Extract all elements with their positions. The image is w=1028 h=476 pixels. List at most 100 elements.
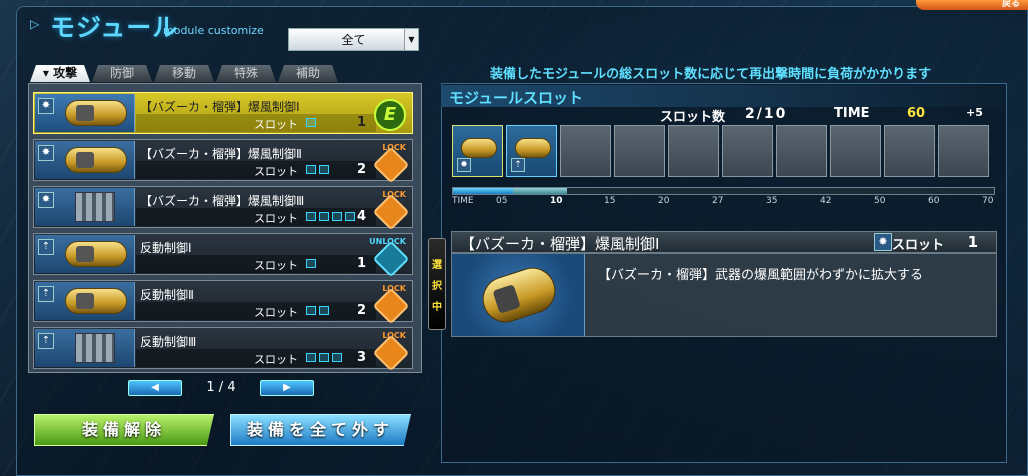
module-name: 反動制御Ⅱ bbox=[140, 288, 194, 302]
cylinder-module-image bbox=[65, 288, 127, 314]
slot-pip bbox=[332, 353, 342, 362]
recoil-icon: ⇡ bbox=[38, 239, 54, 255]
chevron-down-icon[interactable]: ▼ bbox=[404, 29, 418, 50]
tick-label: 27 bbox=[712, 196, 724, 206]
empty-slot bbox=[938, 125, 989, 177]
cylinder-module-image bbox=[65, 100, 127, 126]
selected-tag-char: 中 bbox=[432, 301, 442, 313]
unlock-icon bbox=[372, 240, 410, 278]
cylinder-module-image bbox=[65, 147, 127, 173]
equipped-slot[interactable]: ⇡ bbox=[506, 125, 557, 177]
module-list-item[interactable]: ⇡ 反動制御Ⅰ スロット 1 UNLOCK bbox=[33, 233, 413, 278]
module-slot-row: スロット 4 bbox=[136, 208, 376, 226]
slot-pips bbox=[306, 165, 329, 174]
empty-slot bbox=[884, 125, 935, 177]
cylinder-module-image bbox=[65, 241, 127, 267]
detail-description: 【バズーカ・榴弾】武器の爆風範囲がわずかに拡大する bbox=[598, 268, 924, 283]
slot-count-value: 2/10 bbox=[745, 106, 788, 122]
tab-mobility[interactable]: 移動 bbox=[154, 65, 214, 82]
empty-slot bbox=[614, 125, 665, 177]
module-list-item[interactable]: ✸ 【バズーカ・榴弾】爆風制御Ⅰ スロット 1 E bbox=[33, 92, 413, 134]
module-name: 【バズーカ・榴弾】爆風制御Ⅲ bbox=[140, 194, 305, 208]
tick-label: 42 bbox=[820, 196, 832, 206]
cylinder-module-image bbox=[476, 261, 562, 329]
detail-header: 【バズーカ・榴弾】爆風制御Ⅰ ✸ スロット 1 bbox=[451, 231, 997, 253]
selected-tag-char: 択 bbox=[432, 280, 442, 292]
module-name: 反動制御Ⅰ bbox=[140, 241, 192, 255]
tab-special[interactable]: 特殊 bbox=[216, 65, 276, 82]
detail-body: 【バズーカ・榴弾】武器の爆風範囲がわずかに拡大する bbox=[451, 253, 997, 337]
module-list-item[interactable]: ✸ 【バズーカ・榴弾】爆風制御Ⅲ スロット 4 LOCK bbox=[33, 186, 413, 231]
slot-count-label: スロット数 bbox=[660, 110, 726, 125]
tab-defense[interactable]: 防御 bbox=[92, 65, 152, 82]
slot-pips bbox=[306, 353, 342, 362]
back-button[interactable]: 戻る bbox=[916, 0, 1028, 10]
detail-thumbnail bbox=[452, 254, 585, 336]
tab-label: 攻撃 bbox=[53, 66, 78, 80]
blast-icon: ✸ bbox=[874, 233, 892, 251]
tick-label: 15 bbox=[604, 196, 616, 206]
tab-attack[interactable]: ▾ 攻撃 bbox=[30, 65, 90, 82]
empty-slot bbox=[722, 125, 773, 177]
module-slot-row: スロット 1 bbox=[136, 255, 376, 273]
cylinder-module-image bbox=[515, 138, 551, 158]
tab-support[interactable]: 補助 bbox=[278, 65, 338, 82]
module-list-item[interactable]: ⇡ 反動制御Ⅲ スロット 3 LOCK bbox=[33, 327, 413, 372]
tab-arrow-icon: ▾ bbox=[42, 66, 54, 80]
blast-icon: ✸ bbox=[38, 192, 54, 208]
gauge-fill-base bbox=[453, 188, 513, 194]
module-status: UNLOCK bbox=[369, 237, 410, 278]
module-name: 【バズーカ・榴弾】爆風制御Ⅱ bbox=[140, 147, 302, 161]
blast-icon: ✸ bbox=[457, 158, 471, 172]
equipped-icon: E bbox=[374, 99, 406, 131]
slot-panel-title: モジュールスロット bbox=[449, 89, 583, 107]
time-value: 60 bbox=[907, 106, 926, 121]
slot-label: スロット bbox=[254, 165, 298, 178]
module-name: 反動制御Ⅲ bbox=[140, 335, 197, 349]
slot-count: 2 bbox=[356, 303, 366, 318]
slot-pip bbox=[306, 165, 316, 174]
module-list-item[interactable]: ✸ 【バズーカ・榴弾】爆風制御Ⅱ スロット 2 LOCK bbox=[33, 139, 413, 184]
tick-label: 10 bbox=[550, 196, 563, 206]
recoil-icon: ⇡ bbox=[38, 286, 54, 302]
slot-pip bbox=[306, 353, 316, 362]
lock-icon bbox=[372, 146, 410, 184]
gauge-fill-added bbox=[512, 188, 567, 194]
slot-pip bbox=[319, 165, 329, 174]
prev-page-button[interactable]: ◀ bbox=[128, 380, 182, 396]
slot-pip bbox=[319, 306, 329, 315]
tick-label: 70 bbox=[982, 196, 994, 206]
unequip-all-button[interactable]: 装備を全て外す bbox=[230, 414, 411, 446]
recoil-icon: ⇡ bbox=[511, 158, 525, 172]
unequip-button[interactable]: 装備解除 bbox=[34, 414, 214, 446]
recoil-icon: ⇡ bbox=[38, 333, 54, 349]
module-name: 【バズーカ・榴弾】爆風制御Ⅰ bbox=[140, 100, 300, 114]
equipped-slot[interactable]: ✸ bbox=[452, 125, 503, 177]
detail-slot-label: スロット bbox=[891, 238, 944, 253]
module-slot-row: スロット 3 bbox=[136, 349, 376, 367]
slot-label: スロット bbox=[254, 118, 298, 131]
detail-module-name: 【バズーカ・榴弾】爆風制御Ⅰ bbox=[460, 235, 660, 253]
slot-panel-header: モジュールスロット bbox=[441, 85, 1005, 107]
module-slot-row: スロット 2 bbox=[136, 161, 376, 179]
category-filter-select[interactable]: 全て ▼ bbox=[288, 28, 419, 51]
gauge-ticks: TIME 05 10 15 20 27 35 42 50 60 70 bbox=[452, 196, 995, 208]
empty-slot bbox=[668, 125, 719, 177]
module-status: LOCK bbox=[372, 284, 410, 325]
pager: ◀ 1 / 4 ▶ bbox=[128, 380, 314, 398]
empty-slot bbox=[776, 125, 827, 177]
slot-count: 3 bbox=[356, 350, 366, 365]
module-status: LOCK bbox=[372, 190, 410, 231]
lock-icon bbox=[372, 334, 410, 372]
module-thumbnail: ✸ bbox=[35, 141, 135, 179]
module-slot-row: スロット 1 bbox=[136, 114, 376, 132]
slot-label: スロット bbox=[254, 212, 298, 225]
module-slot-row: スロット 2 bbox=[136, 302, 376, 320]
slot-pips bbox=[306, 306, 329, 315]
title-arrow-icon: ▷ bbox=[30, 17, 40, 31]
next-page-button[interactable]: ▶ bbox=[260, 380, 314, 396]
slot-pip bbox=[345, 212, 355, 221]
slot-pip bbox=[306, 306, 316, 315]
rack-module-image bbox=[75, 192, 115, 222]
module-list-item[interactable]: ⇡ 反動制御Ⅱ スロット 2 LOCK bbox=[33, 280, 413, 325]
